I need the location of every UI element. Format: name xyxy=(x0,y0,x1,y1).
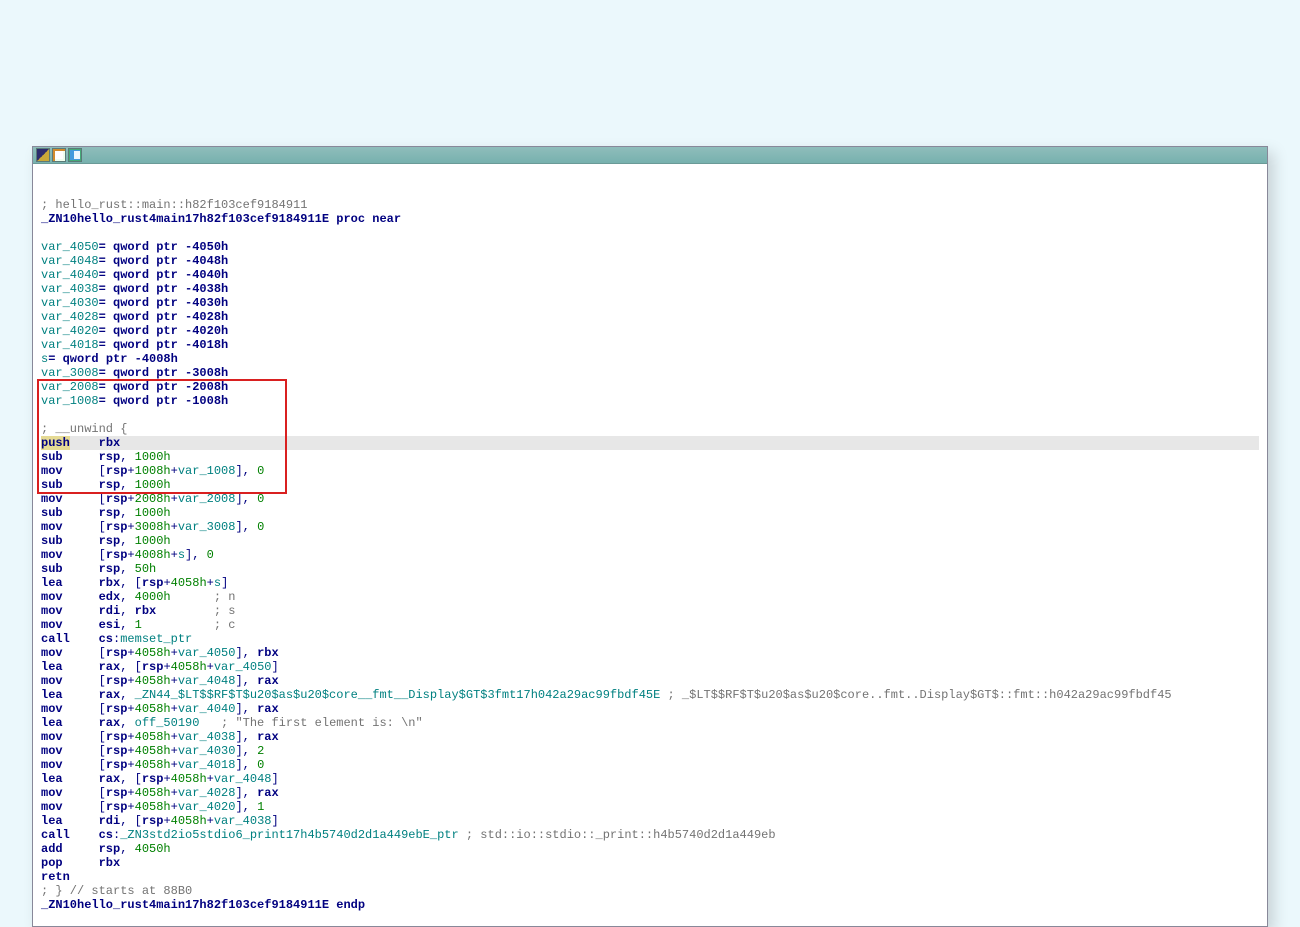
code-line-current[interactable]: push rbx xyxy=(41,436,1259,450)
code-line[interactable]: var_4040= qword ptr -4040h xyxy=(41,268,1259,282)
code-line[interactable]: lea rdi, [rsp+4058h+var_4038] xyxy=(41,814,1259,828)
code-line[interactable]: add rsp, 4050h xyxy=(41,842,1259,856)
code-line[interactable]: mov [rsp+4058h+var_4038], rax xyxy=(41,730,1259,744)
code-line[interactable]: var_4048= qword ptr -4048h xyxy=(41,254,1259,268)
code-line[interactable]: sub rsp, 50h xyxy=(41,562,1259,576)
code-line[interactable]: retn xyxy=(41,870,1259,884)
code-line[interactable]: mov [rsp+1008h+var_1008], 0 xyxy=(41,464,1259,478)
code-line[interactable]: mov edx, 4000h ; n xyxy=(41,590,1259,604)
disassembly-window: ; hello_rust::main::h82f103cef9184911_ZN… xyxy=(32,146,1268,927)
code-line[interactable]: mov [rsp+4058h+var_4018], 0 xyxy=(41,758,1259,772)
code-line[interactable]: lea rax, _ZN44_$LT$$RF$T$u20$as$u20$core… xyxy=(41,688,1259,702)
code-line[interactable]: mov esi, 1 ; c xyxy=(41,618,1259,632)
code-line[interactable]: ; __unwind { xyxy=(41,422,1259,436)
code-line[interactable]: sub rsp, 1000h xyxy=(41,450,1259,464)
code-line[interactable]: mov [rsp+4058h+var_4050], rbx xyxy=(41,646,1259,660)
code-line[interactable]: var_2008= qword ptr -2008h xyxy=(41,380,1259,394)
code-line[interactable]: var_4050= qword ptr -4050h xyxy=(41,240,1259,254)
code-line[interactable]: mov [rsp+4058h+var_4020], 1 xyxy=(41,800,1259,814)
code-line[interactable]: mov [rsp+4058h+var_4028], rax xyxy=(41,786,1259,800)
code-line[interactable]: var_3008= qword ptr -3008h xyxy=(41,366,1259,380)
code-line[interactable]: var_4020= qword ptr -4020h xyxy=(41,324,1259,338)
code-line[interactable]: call cs:_ZN3std2io5stdio6_print17h4b5740… xyxy=(41,828,1259,842)
toolbar-icon-view[interactable] xyxy=(68,148,82,162)
code-line[interactable]: lea rax, [rsp+4058h+var_4048] xyxy=(41,772,1259,786)
code-line[interactable]: mov [rsp+4008h+s], 0 xyxy=(41,548,1259,562)
toolbar-icon-edit[interactable] xyxy=(52,148,66,162)
code-line[interactable]: var_4018= qword ptr -4018h xyxy=(41,338,1259,352)
toolbar-icon-colors[interactable] xyxy=(36,148,50,162)
code-line[interactable]: lea rax, [rsp+4058h+var_4050] xyxy=(41,660,1259,674)
code-line[interactable]: var_4038= qword ptr -4038h xyxy=(41,282,1259,296)
code-line[interactable]: _ZN10hello_rust4main17h82f103cef9184911E… xyxy=(41,212,1259,226)
code-line[interactable]: sub rsp, 1000h xyxy=(41,506,1259,520)
disassembly-listing[interactable]: ; hello_rust::main::h82f103cef9184911_ZN… xyxy=(33,164,1267,926)
code-line[interactable]: mov [rsp+4058h+var_4030], 2 xyxy=(41,744,1259,758)
code-line[interactable]: ; hello_rust::main::h82f103cef9184911 xyxy=(41,198,1259,212)
code-line[interactable]: var_1008= qword ptr -1008h xyxy=(41,394,1259,408)
code-line[interactable]: var_4030= qword ptr -4030h xyxy=(41,296,1259,310)
code-line[interactable]: mov [rsp+3008h+var_3008], 0 xyxy=(41,520,1259,534)
window-titlebar[interactable] xyxy=(33,147,1267,164)
code-line[interactable]: mov [rsp+4058h+var_4048], rax xyxy=(41,674,1259,688)
code-line[interactable]: mov [rsp+2008h+var_2008], 0 xyxy=(41,492,1259,506)
code-line[interactable]: ; } // starts at 88B0 xyxy=(41,884,1259,898)
code-line[interactable]: sub rsp, 1000h xyxy=(41,534,1259,548)
code-line[interactable]: call cs:memset_ptr xyxy=(41,632,1259,646)
code-line[interactable]: s= qword ptr -4008h xyxy=(41,352,1259,366)
code-line[interactable]: sub rsp, 1000h xyxy=(41,478,1259,492)
code-line[interactable]: lea rax, off_50190 ; "The first element … xyxy=(41,716,1259,730)
code-line[interactable]: _ZN10hello_rust4main17h82f103cef9184911E… xyxy=(41,898,1259,912)
code-line[interactable]: pop rbx xyxy=(41,856,1259,870)
code-line[interactable]: mov rdi, rbx ; s xyxy=(41,604,1259,618)
code-line[interactable]: var_4028= qword ptr -4028h xyxy=(41,310,1259,324)
code-line[interactable]: lea rbx, [rsp+4058h+s] xyxy=(41,576,1259,590)
code-line[interactable]: mov [rsp+4058h+var_4040], rax xyxy=(41,702,1259,716)
